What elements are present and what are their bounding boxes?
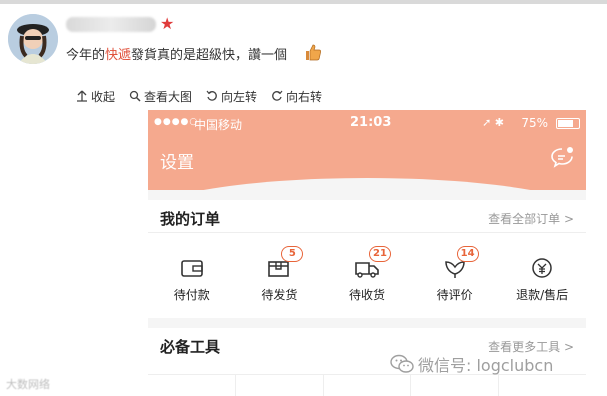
- avatar[interactable]: [8, 14, 58, 64]
- username-blurred[interactable]: [66, 17, 156, 32]
- tools-grid: [148, 374, 586, 396]
- order-pending-review[interactable]: 14 待评价: [411, 246, 499, 308]
- thumbs-up-icon: [306, 44, 322, 61]
- order-label: 待收货: [348, 288, 385, 302]
- order-label: 待评价: [436, 288, 473, 302]
- order-pending-payment[interactable]: 待付款: [148, 248, 236, 308]
- status-bar: ●●●●○ 中国移动 21:03 ➚ ✱ 75%: [154, 115, 580, 132]
- orders-header: 我的订单 查看全部订单 >: [148, 200, 586, 233]
- rotate-right-icon: [272, 90, 283, 101]
- tool-cell[interactable]: [324, 375, 412, 396]
- battery-icon: [556, 118, 580, 129]
- clock: 21:03: [350, 115, 392, 130]
- avatar-image: [8, 14, 58, 64]
- order-refund[interactable]: 退款/售后: [498, 248, 586, 308]
- rotate-left-button[interactable]: 向左转: [206, 88, 257, 105]
- wechat-watermark: 微信号: logclubcn: [390, 352, 553, 376]
- refund-icon: [532, 258, 552, 278]
- view-all-orders-link[interactable]: 查看全部订单 >: [488, 210, 574, 227]
- order-label: 退款/售后: [516, 288, 569, 302]
- order-pending-receipt[interactable]: 21 待收货: [323, 246, 411, 308]
- rotate-left-icon: [206, 90, 217, 101]
- order-label: 待付款: [173, 288, 210, 302]
- order-badge: 21: [368, 246, 391, 262]
- magnifier-icon: [129, 90, 141, 102]
- order-badge: 5: [281, 246, 304, 262]
- page-title: 设置: [160, 153, 194, 173]
- arrow-up-icon: [77, 90, 87, 102]
- battery-percent: 75%: [521, 116, 548, 130]
- post-text-after: 發貨真的是超級快，讚一個: [131, 48, 288, 63]
- rotate-right-button[interactable]: 向右转: [271, 88, 322, 105]
- view-large-button[interactable]: 查看大图: [129, 88, 192, 105]
- orders-card: 我的订单 查看全部订单 > 待付款 5 待发货 21 待收货 14 待评价 退款…: [148, 200, 586, 318]
- wallet-icon: [180, 260, 203, 277]
- order-label: 待发货: [261, 288, 298, 302]
- order-status-row: 待付款 5 待发货 21 待收货 14 待评价 退款/售后: [148, 246, 586, 308]
- rotate-left-label: 向左转: [221, 89, 258, 104]
- tool-cell[interactable]: [411, 375, 500, 396]
- tools-title: 必备工具: [160, 338, 221, 356]
- post-text-before: 今年的: [66, 48, 106, 63]
- collapse-label: 收起: [91, 89, 116, 104]
- star-badge-icon: ★: [160, 14, 175, 33]
- tool-cell[interactable]: [499, 375, 586, 396]
- post-text-highlight[interactable]: 快遞: [105, 48, 131, 63]
- view-large-label: 查看大图: [144, 89, 193, 104]
- carrier-label: 中国移动: [194, 118, 243, 132]
- rotate-right-label: 向右转: [286, 89, 323, 104]
- watermark-text: 微信号: logclubcn: [418, 356, 554, 375]
- signal-icon: ●●●●○: [154, 117, 199, 127]
- collapse-button[interactable]: 收起: [76, 88, 115, 105]
- post-text: 今年的快遞發貨真的是超級快，讚一個: [66, 44, 287, 63]
- wechat-icon: [390, 354, 414, 373]
- tool-cell[interactable]: [148, 375, 236, 396]
- tool-cell[interactable]: [236, 375, 324, 396]
- orders-title: 我的订单: [160, 210, 221, 228]
- message-icon[interactable]: [550, 146, 574, 168]
- order-pending-shipment[interactable]: 5 待发货: [236, 246, 324, 308]
- image-toolbar: 收起 查看大图 向左转 向右转: [76, 86, 322, 106]
- corner-watermark: 大数网络: [6, 378, 50, 391]
- order-badge: 14: [456, 246, 479, 262]
- location-bluetooth-icon: ➚ ✱: [482, 116, 504, 129]
